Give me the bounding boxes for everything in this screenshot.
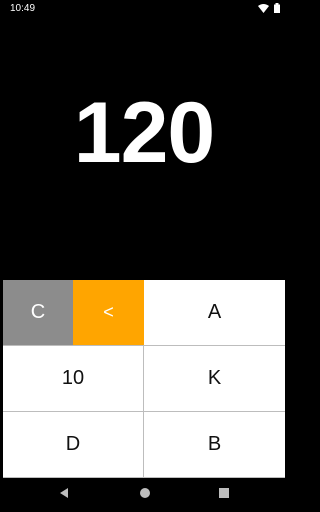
status-bar: 10:49 (0, 0, 288, 18)
key-k[interactable]: K (144, 346, 285, 412)
clear-button[interactable]: C (3, 280, 73, 346)
status-icons (258, 3, 280, 13)
status-time: 10:49 (10, 3, 36, 14)
display-value: 120 (73, 85, 216, 181)
wifi-icon (258, 3, 269, 13)
battery-icon (274, 3, 280, 13)
navigation-bar (0, 478, 288, 512)
backspace-button[interactable]: < (73, 280, 144, 346)
nav-recents-icon[interactable] (218, 487, 230, 499)
keypad: C < A 10 K D B (3, 280, 285, 478)
nav-back-icon[interactable] (58, 487, 70, 499)
key-d[interactable]: D (3, 412, 144, 478)
key-10[interactable]: 10 (3, 346, 144, 412)
nav-home-icon[interactable] (139, 487, 151, 499)
key-a[interactable]: A (144, 280, 285, 346)
key-b[interactable]: B (144, 412, 285, 478)
